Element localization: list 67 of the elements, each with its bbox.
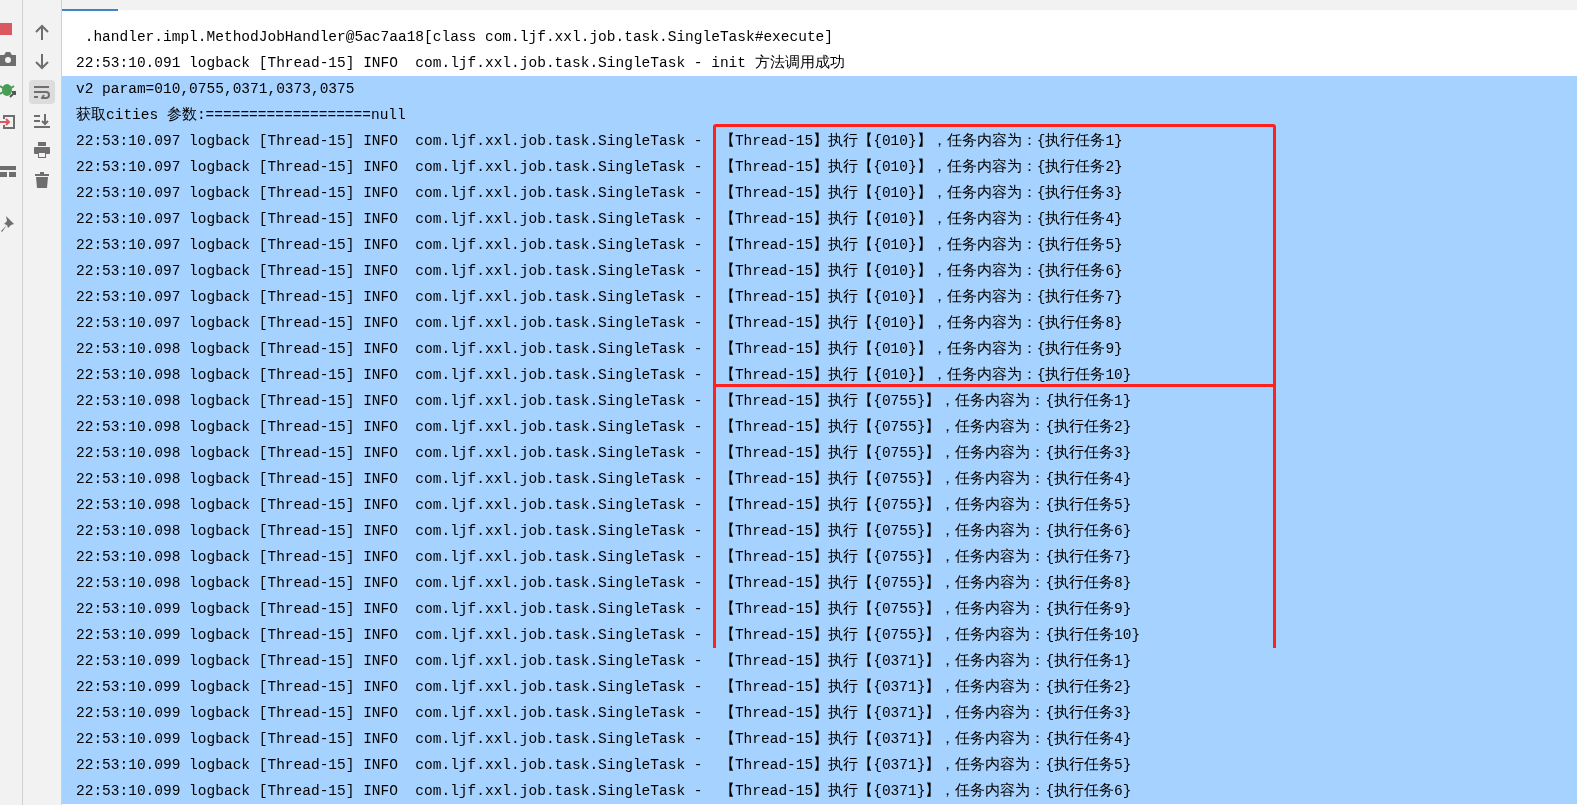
log-message: 【Thread-15】执行【{0755}】，任务内容为：{执行任务7} [719, 547, 1132, 567]
log-message: 【Thread-15】执行【{0755}】，任务内容为：{执行任务10} [719, 625, 1141, 645]
log-message: 【Thread-15】执行【{0755}】，任务内容为：{执行任务9} [719, 599, 1132, 619]
log-line: 22:53:10.097 logback [Thread-15] INFO com.ljf.xxl.job.task.SingleTask - [76, 132, 704, 151]
log-line: 22:53:10.098 logback [Thread-15] INFO com.ljf.xxl.job.task.SingleTask - [76, 470, 704, 489]
log-message: 【Thread-15】执行【{010}】，任务内容为：{执行任务3} [719, 183, 1123, 203]
log-message: 【Thread-15】执行【{0755}】，任务内容为：{执行任务6} [719, 521, 1132, 541]
down-arrow-icon[interactable] [35, 54, 49, 70]
log-message: 【Thread-15】执行【{0371}】，任务内容为：{执行任务3} [719, 703, 1132, 723]
log-line: 22:53:10.099 logback [Thread-15] INFO com.ljf.xxl.job.task.SingleTask - [76, 730, 704, 749]
bug-icon[interactable] [0, 82, 16, 98]
log-line: 22:53:10.098 logback [Thread-15] INFO com.ljf.xxl.job.task.SingleTask - [76, 444, 704, 463]
exit-icon[interactable] [0, 114, 16, 130]
log-message: 【Thread-15】执行【{010}】，任务内容为：{执行任务9} [719, 339, 1123, 359]
layout-icon[interactable] [0, 166, 16, 178]
log-line: .handler.impl.MethodJobHandler@5ac7aa18[class com.ljf.xxl.job.task.SingleTask#execute] [83, 28, 835, 47]
log-message: 【Thread-15】执行【{0371}】，任务内容为：{执行任务6} [719, 781, 1132, 801]
log-message: 【Thread-15】执行【{0755}】，任务内容为：{执行任务5} [719, 495, 1132, 515]
log-line: 22:53:10.098 logback [Thread-15] INFO com.ljf.xxl.job.task.SingleTask - [76, 418, 704, 437]
log-message: 【Thread-15】执行【{010}】，任务内容为：{执行任务4} [719, 209, 1123, 229]
log-line: 22:53:10.097 logback [Thread-15] INFO com.ljf.xxl.job.task.SingleTask - [76, 210, 704, 229]
up-arrow-icon[interactable] [35, 24, 49, 40]
log-message: 【Thread-15】执行【{010}】，任务内容为：{执行任务6} [719, 261, 1123, 281]
pin-icon[interactable] [0, 216, 14, 232]
log-line: 22:53:10.098 logback [Thread-15] INFO com.ljf.xxl.job.task.SingleTask - [76, 574, 704, 593]
log-line: 22:53:10.098 logback [Thread-15] INFO com.ljf.xxl.job.task.SingleTask - [76, 366, 704, 385]
log-line: 22:53:10.098 logback [Thread-15] INFO com.ljf.xxl.job.task.SingleTask - [76, 522, 704, 541]
soft-wrap-icon [34, 85, 50, 99]
camera-icon[interactable] [0, 52, 16, 66]
log-line: 22:53:10.098 logback [Thread-15] INFO com.ljf.xxl.job.task.SingleTask - [76, 392, 704, 411]
log-line: 22:53:10.099 logback [Thread-15] INFO com.ljf.xxl.job.task.SingleTask - [76, 782, 704, 801]
log-message: 【Thread-15】执行【{010}】，任务内容为：{执行任务8} [719, 313, 1123, 333]
log-line: 22:53:10.099 logback [Thread-15] INFO com.ljf.xxl.job.task.SingleTask - [76, 652, 704, 671]
log-line: 22:53:10.098 logback [Thread-15] INFO com.ljf.xxl.job.task.SingleTask - [76, 340, 704, 359]
log-message: 【Thread-15】执行【{0755}】，任务内容为：{执行任务2} [719, 417, 1132, 437]
log-line: 22:53:10.097 logback [Thread-15] INFO com.ljf.xxl.job.task.SingleTask - [76, 262, 704, 281]
log-message: 【Thread-15】执行【{0755}】，任务内容为：{执行任务8} [719, 573, 1132, 593]
scroll-to-end-icon[interactable] [34, 114, 50, 128]
log-message: 【Thread-15】执行【{0755}】，任务内容为：{执行任务4} [719, 469, 1132, 489]
log-message: 【Thread-15】执行【{010}】，任务内容为：{执行任务5} [719, 235, 1123, 255]
log-line: 22:53:10.098 logback [Thread-15] INFO com.ljf.xxl.job.task.SingleTask - [76, 496, 704, 515]
log-line: 22:53:10.099 logback [Thread-15] INFO com.ljf.xxl.job.task.SingleTask - [76, 678, 704, 697]
log-line: 22:53:10.097 logback [Thread-15] INFO com.ljf.xxl.job.task.SingleTask - [76, 236, 704, 255]
log-message: 【Thread-15】执行【{0371}】，任务内容为：{执行任务1} [719, 651, 1132, 671]
log-line: 22:53:10.099 logback [Thread-15] INFO com.ljf.xxl.job.task.SingleTask - [76, 600, 704, 619]
print-icon[interactable] [34, 142, 50, 158]
log-line: 22:53:10.099 logback [Thread-15] INFO com.ljf.xxl.job.task.SingleTask - [76, 756, 704, 775]
log-line: 22:53:10.091 logback [Thread-15] INFO com.ljf.xxl.job.task.SingleTask - init 方法调用成功 [75, 53, 846, 73]
log-line: 22:53:10.098 logback [Thread-15] INFO com.ljf.xxl.job.task.SingleTask - [76, 548, 704, 567]
log-message: 【Thread-15】执行【{010}】，任务内容为：{执行任务10} [719, 365, 1132, 385]
log-message: 【Thread-15】执行【{0755}】，任务内容为：{执行任务1} [719, 391, 1132, 411]
log-message: 【Thread-15】执行【{010}】，任务内容为：{执行任务1} [719, 131, 1123, 151]
log-message: 【Thread-15】执行【{010}】，任务内容为：{执行任务7} [719, 287, 1123, 307]
log-line: 22:53:10.097 logback [Thread-15] INFO com.ljf.xxl.job.task.SingleTask - [76, 314, 704, 333]
log-message: 【Thread-15】执行【{0371}】，任务内容为：{执行任务5} [719, 755, 1132, 775]
log-line: 22:53:10.097 logback [Thread-15] INFO com.ljf.xxl.job.task.SingleTask - [76, 184, 704, 203]
log-message: 【Thread-15】执行【{0371}】，任务内容为：{执行任务4} [719, 729, 1132, 749]
log-message: 【Thread-15】执行【{0755}】，任务内容为：{执行任务3} [719, 443, 1132, 463]
log-message: 【Thread-15】执行【{0371}】，任务内容为：{执行任务2} [719, 677, 1132, 697]
log-line: 22:53:10.099 logback [Thread-15] INFO com.ljf.xxl.job.task.SingleTask - [76, 626, 704, 645]
log-line: 22:53:10.097 logback [Thread-15] INFO com.ljf.xxl.job.task.SingleTask - [76, 158, 704, 177]
log-message: 【Thread-15】执行【{010}】，任务内容为：{执行任务2} [719, 157, 1123, 177]
trash-icon[interactable] [35, 172, 49, 188]
soft-wrap-button[interactable] [29, 80, 55, 104]
log-line: 22:53:10.097 logback [Thread-15] INFO com.ljf.xxl.job.task.SingleTask - [76, 288, 704, 307]
log-line: 22:53:10.099 logback [Thread-15] INFO com.ljf.xxl.job.task.SingleTask - [76, 704, 704, 723]
stop-icon[interactable] [0, 22, 14, 36]
